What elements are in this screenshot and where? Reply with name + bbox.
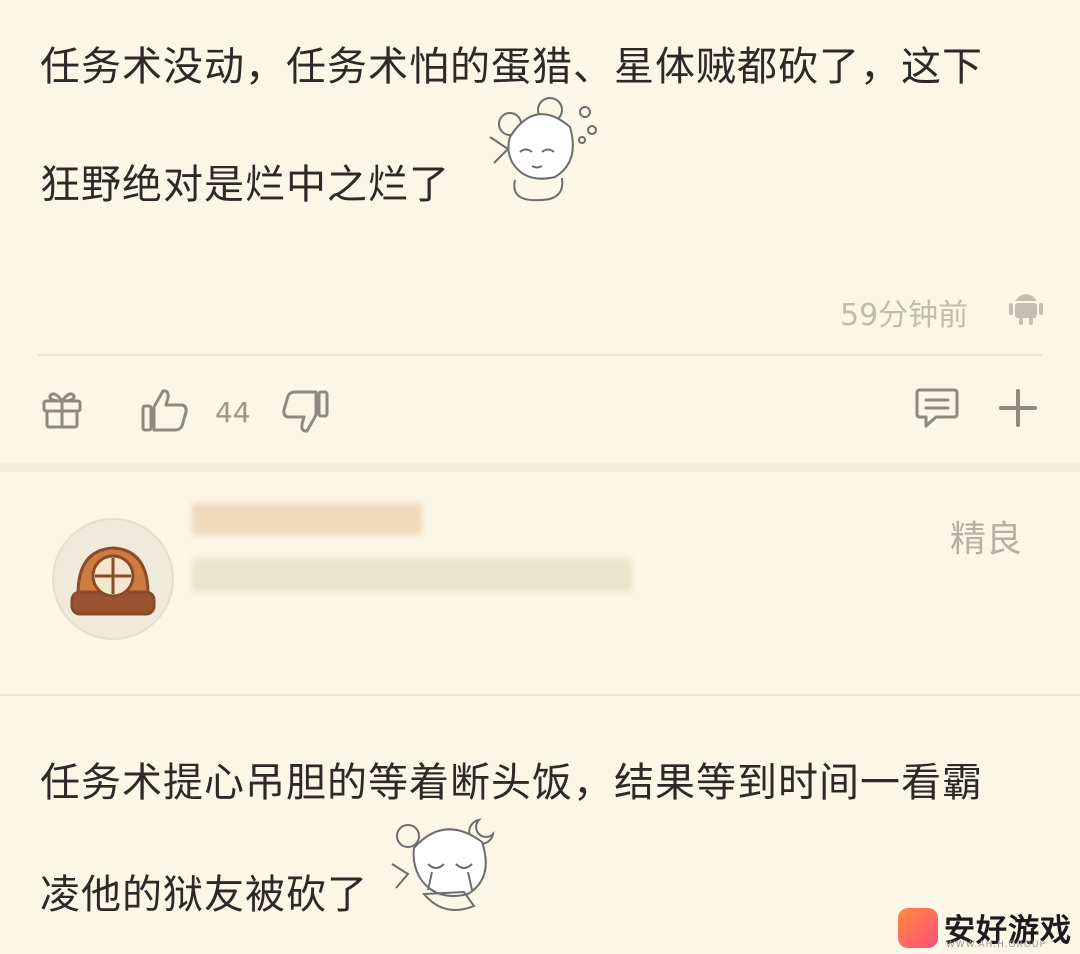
section-separator [0, 462, 1080, 472]
blurred-user-info [192, 558, 632, 592]
watermark-subtitle: WWW.AH.H.GROUP [946, 940, 1046, 950]
comment-3-line-1: 任务术提心吊胆的等着断头饭，结果等到时间一看霸 [40, 760, 983, 806]
comment-1-divider [38, 354, 1042, 356]
like-count: 44 [215, 396, 251, 429]
anime-sticker-crying [384, 806, 514, 928]
android-icon [1006, 288, 1046, 326]
avatar[interactable] [52, 518, 174, 640]
gift-icon[interactable] [40, 388, 84, 430]
quality-badge: 精良 [950, 519, 1023, 560]
comment-1-timestamp: 59分钟前 [840, 298, 969, 333]
comment-3-line-2: 凌他的狱友被砍了 [40, 872, 368, 918]
thumbs-up-icon[interactable] [140, 386, 190, 434]
comment-1-line-1: 任务术没动，任务术怕的蛋猎、星体贼都砍了，这下 [40, 44, 983, 90]
comment-icon[interactable] [914, 386, 960, 430]
plus-icon[interactable] [998, 388, 1038, 428]
comment-2-divider [0, 694, 1080, 696]
blurred-username [192, 503, 422, 535]
diving-helmet-icon [70, 546, 156, 616]
site-logo-icon [898, 908, 938, 948]
comment-1-line-2: 狂野绝对是烂中之烂了 [40, 162, 450, 208]
thumbs-down-icon[interactable] [280, 388, 330, 436]
anime-sticker-sleepy [470, 92, 600, 211]
